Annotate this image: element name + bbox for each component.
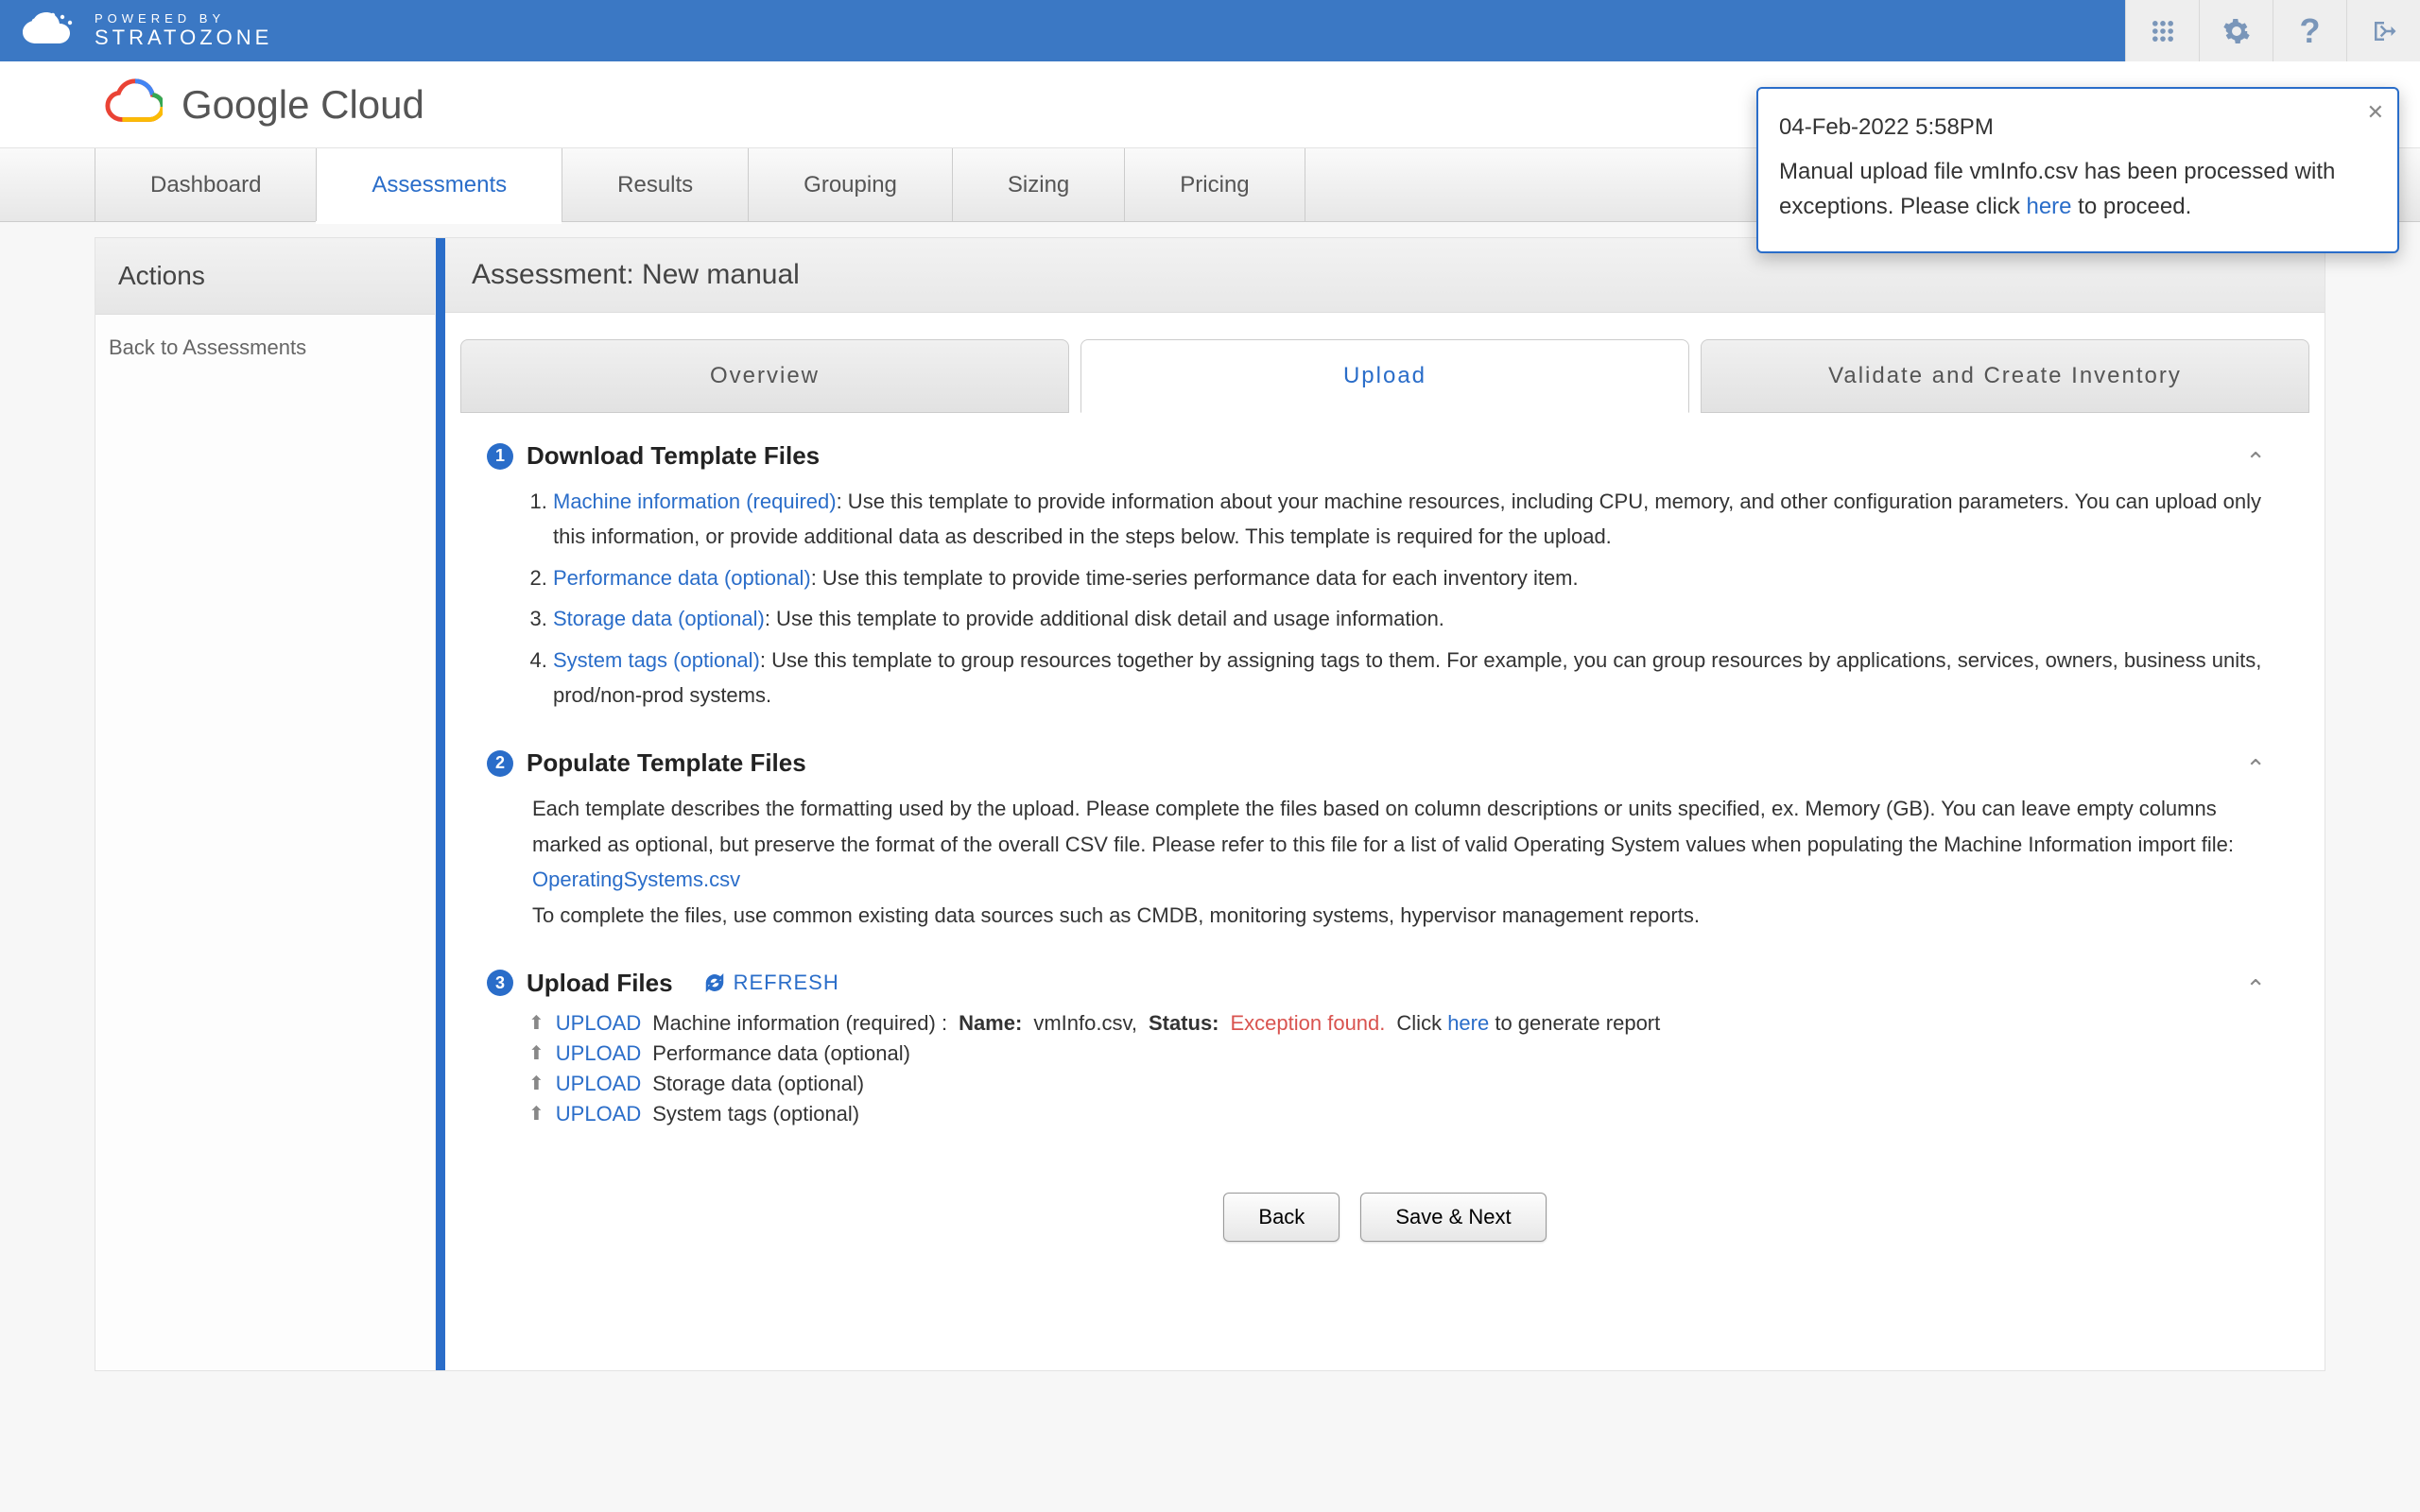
system-tags-link[interactable]: System tags (optional) — [553, 648, 760, 672]
back-button[interactable]: Back — [1223, 1193, 1340, 1242]
toast-timestamp: 04-Feb-2022 5:58PM — [1779, 110, 2365, 145]
upload-button[interactable]: UPLOAD — [556, 1011, 641, 1036]
toast-here-link[interactable]: here — [2026, 194, 2071, 219]
sidebar-title: Actions — [95, 238, 435, 315]
template-item: System tags (optional): Use this templat… — [553, 643, 2283, 713]
template-item: Performance data (optional): Use this te… — [553, 560, 2283, 595]
populate-paragraph: Each template describes the formatting u… — [487, 791, 2283, 897]
google-cloud-icon — [104, 76, 163, 134]
tab-overview[interactable]: Overview — [460, 339, 1069, 413]
toast-message: Manual upload file vmInfo.csv has been p… — [1779, 154, 2365, 224]
sidebar: Actions Back to Assessments — [95, 238, 436, 1370]
upload-row: ⬆ UPLOAD System tags (optional) — [528, 1102, 2283, 1126]
chevron-up-icon[interactable]: ⌃ — [2245, 974, 2266, 1004]
template-item: Storage data (optional): Use this templa… — [553, 601, 2283, 636]
nav-results[interactable]: Results — [562, 148, 748, 221]
upload-row: ⬆ UPLOAD Machine information (required) … — [528, 1011, 2283, 1036]
save-next-button[interactable]: Save & Next — [1360, 1193, 1546, 1242]
upload-button[interactable]: UPLOAD — [556, 1041, 641, 1066]
brand-name: STRATOZONE — [95, 26, 272, 49]
tab-validate[interactable]: Validate and Create Inventory — [1701, 339, 2309, 413]
step-badge: 1 — [487, 443, 513, 470]
brand: POWERED BY STRATOZONE — [17, 11, 272, 51]
upload-row: ⬆ UPLOAD Performance data (optional) — [528, 1041, 2283, 1066]
gear-icon[interactable] — [2199, 0, 2273, 61]
nav-pricing[interactable]: Pricing — [1124, 148, 1305, 221]
google-cloud-logo: Google Cloud — [104, 76, 424, 134]
chevron-up-icon[interactable]: ⌃ — [2245, 447, 2266, 476]
upload-desc: Performance data (optional) — [652, 1041, 910, 1066]
topbar: POWERED BY STRATOZONE ? — [0, 0, 2420, 61]
brand-powered-by: POWERED BY — [95, 12, 272, 26]
upload-row: ⬆ UPLOAD Storage data (optional) — [528, 1072, 2283, 1096]
machine-info-link[interactable]: Machine information (required) — [553, 490, 837, 513]
upload-desc: System tags (optional) — [652, 1102, 859, 1126]
template-item: Machine information (required): Use this… — [553, 484, 2283, 555]
upload-icon: ⬆ — [528, 1041, 544, 1065]
refresh-icon — [703, 971, 726, 994]
refresh-button[interactable]: REFRESH — [703, 971, 839, 995]
section-title: Upload Files — [527, 969, 673, 998]
generate-report-link[interactable]: here — [1447, 1011, 1489, 1035]
subtabs: Overview Upload Validate and Create Inve… — [445, 313, 2325, 413]
upload-button[interactable]: UPLOAD — [556, 1102, 641, 1126]
section-upload-files: ⌃ 3 Upload Files REFRESH ⬆ UPLOAD Machin… — [487, 969, 2283, 1126]
tab-upload[interactable]: Upload — [1080, 339, 1689, 413]
upload-button[interactable]: UPLOAD — [556, 1072, 641, 1096]
accent-bar — [436, 238, 445, 1370]
performance-data-link[interactable]: Performance data (optional) — [553, 566, 811, 590]
close-icon[interactable]: ✕ — [2367, 96, 2384, 129]
upload-icon: ⬆ — [528, 1102, 544, 1125]
status-value: Exception found. — [1231, 1011, 1386, 1036]
upload-desc: Machine information (required) : — [652, 1011, 947, 1036]
section-populate-templates: ⌃ 2 Populate Template Files Each templat… — [487, 748, 2283, 933]
operating-systems-csv-link[interactable]: OperatingSystems.csv — [532, 868, 740, 891]
chevron-up-icon[interactable]: ⌃ — [2245, 754, 2266, 783]
nav-dashboard[interactable]: Dashboard — [95, 148, 316, 221]
google-cloud-text: Google Cloud — [182, 82, 424, 128]
footer-buttons: Back Save & Next — [487, 1193, 2283, 1242]
status-label: Status: — [1149, 1011, 1219, 1036]
stratozone-cloud-icon — [17, 11, 83, 51]
name-value: vmInfo.csv, — [1033, 1011, 1137, 1036]
upload-icon: ⬆ — [528, 1011, 544, 1035]
apps-icon[interactable] — [2125, 0, 2199, 61]
help-icon[interactable]: ? — [2273, 0, 2346, 61]
sidebar-back-link[interactable]: Back to Assessments — [95, 315, 435, 381]
step-badge: 2 — [487, 750, 513, 777]
main-panel: Assessment: New manual Overview Upload V… — [445, 238, 2325, 1370]
notification-toast: ✕ 04-Feb-2022 5:58PM Manual upload file … — [1756, 87, 2399, 253]
storage-data-link[interactable]: Storage data (optional) — [553, 607, 765, 630]
logout-icon[interactable] — [2346, 0, 2420, 61]
nav-assessments[interactable]: Assessments — [316, 148, 562, 221]
step-badge: 3 — [487, 970, 513, 996]
upload-icon: ⬆ — [528, 1072, 544, 1095]
section-title: Populate Template Files — [527, 748, 806, 778]
section-title: Download Template Files — [527, 441, 820, 471]
nav-grouping[interactable]: Grouping — [748, 148, 952, 221]
upload-desc: Storage data (optional) — [652, 1072, 864, 1096]
nav-sizing[interactable]: Sizing — [952, 148, 1124, 221]
name-label: Name: — [959, 1011, 1022, 1036]
section-download-templates: ⌃ 1 Download Template Files Machine info… — [487, 441, 2283, 713]
populate-paragraph-2: To complete the files, use common existi… — [487, 898, 2283, 933]
